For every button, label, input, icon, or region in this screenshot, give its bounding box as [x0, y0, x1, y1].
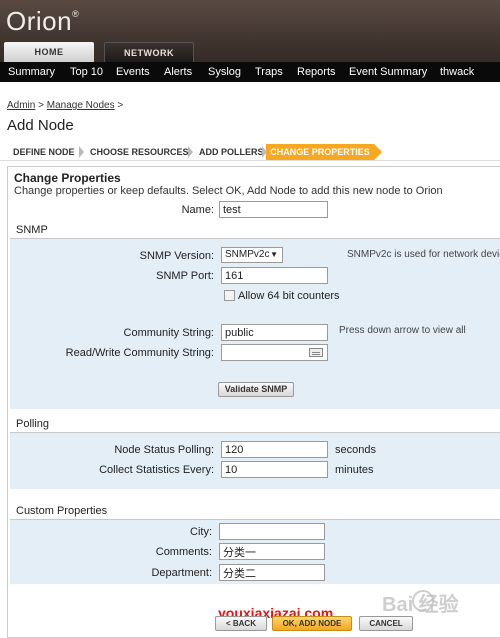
- tab-home[interactable]: HOME: [4, 42, 94, 62]
- snmp-section-label: SNMP: [16, 224, 48, 236]
- city-input[interactable]: [219, 523, 325, 540]
- snmp-version-label: SNMP Version:: [139, 250, 214, 262]
- snmp-version-select[interactable]: SNMPv2c ▼: [221, 247, 283, 263]
- allow-64bit-checkbox[interactable]: [224, 290, 235, 301]
- comments-label: Comments:: [155, 546, 212, 558]
- node-status-polling-label: Node Status Polling:: [114, 444, 214, 456]
- main-nav: Summary Top 10 Events Alerts Syslog Trap…: [0, 62, 500, 82]
- community-string-input[interactable]: [221, 324, 328, 341]
- comments-input[interactable]: [219, 543, 325, 560]
- keyboard-icon[interactable]: [309, 348, 323, 357]
- name-input[interactable]: [219, 201, 328, 218]
- community-string-label: Community String:: [123, 327, 214, 339]
- nav-events[interactable]: Events: [116, 62, 150, 82]
- snmp-port-label: SNMP Port:: [156, 270, 214, 282]
- community-string-hint: Press down arrow to view all: [339, 325, 466, 336]
- nav-alerts[interactable]: Alerts: [164, 62, 192, 82]
- breadcrumb-sep: >: [38, 100, 44, 111]
- validate-snmp-button[interactable]: Validate SNMP: [218, 382, 294, 397]
- orion-logo[interactable]: Orion®: [6, 6, 79, 37]
- nav-traps[interactable]: Traps: [255, 62, 283, 82]
- collect-statistics-label: Collect Statistics Every:: [99, 464, 214, 476]
- allow-64bit-label: Allow 64 bit counters: [238, 290, 340, 302]
- collect-statistics-input[interactable]: [221, 461, 328, 478]
- app-header: Orion® HOME NETWORK Summary Top 10 Event…: [0, 0, 500, 82]
- nav-thwack[interactable]: thwack: [440, 62, 474, 82]
- step-define-node: DEFINE NODE: [13, 147, 75, 157]
- rw-community-label: Read/Write Community String:: [65, 347, 214, 359]
- snmp-version-hint: SNMPv2c is used for network devic: [347, 249, 500, 260]
- logo-text: Orion: [6, 6, 73, 36]
- snmp-version-value: SNMPv2c: [225, 249, 270, 260]
- snmp-port-input[interactable]: [221, 267, 328, 284]
- nav-event-summary[interactable]: Event Summary: [349, 62, 427, 82]
- city-label: City:: [190, 526, 212, 538]
- form-subtitle: Change properties or keep defaults. Sele…: [14, 185, 443, 197]
- name-label: Name:: [181, 204, 214, 216]
- department-input[interactable]: [219, 564, 325, 581]
- step-add-pollers: ADD POLLERS: [199, 147, 264, 157]
- logo-mark: ®: [72, 9, 80, 19]
- breadcrumb-sep: >: [117, 100, 124, 111]
- step-separator: [79, 146, 84, 158]
- step-choose-resources: CHOOSE RESOURCES: [90, 147, 189, 157]
- step-active-arrow: [374, 144, 382, 160]
- baidu-paw-icon: [412, 590, 434, 612]
- node-status-polling-unit: seconds: [335, 444, 376, 456]
- breadcrumb-manage-nodes[interactable]: Manage Nodes: [47, 100, 115, 111]
- node-status-polling-input[interactable]: [221, 441, 328, 458]
- department-label: Department:: [151, 567, 212, 579]
- nav-syslog[interactable]: Syslog: [208, 62, 241, 82]
- breadcrumb-admin[interactable]: Admin: [7, 100, 35, 111]
- wizard-divider: [0, 160, 500, 161]
- cancel-button[interactable]: CANCEL: [359, 616, 413, 631]
- ok-add-node-button[interactable]: OK, ADD NODE: [272, 616, 352, 631]
- step-separator: [188, 146, 193, 158]
- form-title: Change Properties: [14, 171, 121, 185]
- page-title: Add Node: [7, 117, 74, 134]
- nav-reports[interactable]: Reports: [297, 62, 336, 82]
- collect-statistics-unit: minutes: [335, 464, 374, 476]
- polling-section-label: Polling: [16, 418, 50, 430]
- custom-properties-section-label: Custom Properties: [16, 505, 108, 517]
- nav-top10[interactable]: Top 10: [70, 62, 103, 82]
- step-change-properties: CHANGE PROPERTIES: [266, 144, 374, 160]
- breadcrumb: Admin > Manage Nodes >: [7, 100, 123, 111]
- wizard-steps: DEFINE NODE CHOOSE RESOURCES ADD POLLERS…: [0, 144, 500, 160]
- tab-network[interactable]: NETWORK: [104, 42, 194, 62]
- chevron-down-icon: ▼: [270, 250, 278, 259]
- nav-summary[interactable]: Summary: [8, 62, 55, 82]
- back-button[interactable]: < BACK: [215, 616, 267, 631]
